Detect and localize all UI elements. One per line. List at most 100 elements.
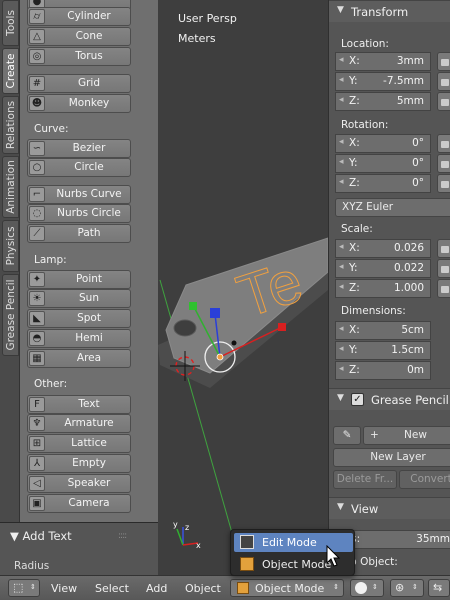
dimensions-z-field[interactable]: ◂ Z: 0m	[335, 361, 431, 380]
location-z-field[interactable]: ◂ Z: 5mm	[335, 92, 431, 111]
button-label: Point	[75, 273, 103, 285]
decrement-arrow-icon: ◂	[339, 344, 344, 354]
rotation-y-lock-icon[interactable]	[437, 154, 450, 173]
button-label: Area	[76, 352, 102, 364]
rotation-mode-dropdown[interactable]: XYZ Euler	[335, 198, 450, 217]
add-text-button[interactable]: F Text	[27, 395, 131, 414]
3d-viewport[interactable]: Te z y x User Persp Meters	[158, 0, 328, 575]
add-area-button[interactable]: ▦ Area	[27, 349, 131, 368]
empty-icon: ⅄	[29, 456, 45, 471]
redo-panel-header[interactable]: ▼ Add Text	[10, 529, 72, 543]
y-axis-handle[interactable]	[189, 302, 197, 310]
gizmo-y-label: y	[173, 520, 178, 529]
add-point-button[interactable]: ✦ Point	[27, 270, 131, 289]
grease-pencil-panel-header[interactable]: ▼ ✓ Grease Pencil	[329, 388, 450, 410]
add-menu[interactable]: Add	[146, 582, 167, 595]
scale-y-field[interactable]: ◂ Y: 0.022	[335, 259, 431, 278]
dimensions-y-field[interactable]: ◂ Y: 1.5cm	[335, 341, 431, 360]
viewport-shading-dropdown[interactable]: ⇕	[350, 579, 384, 597]
add-lattice-button[interactable]: ⊞ Lattice	[27, 434, 131, 453]
add-nurbs-curve-button[interactable]: ⌐ Nurbs Curve	[27, 185, 131, 204]
object-hole	[173, 319, 197, 337]
pivot-icon: ⊛	[395, 581, 405, 594]
decrement-arrow-icon: ◂	[339, 137, 344, 147]
add-armature-button[interactable]: ♆ Armature	[27, 414, 131, 433]
field-value: 5mm	[396, 95, 424, 107]
add-torus-button[interactable]: ◎ Torus	[27, 47, 131, 66]
editor-type-button[interactable]: ⬚ ⇕	[8, 579, 40, 597]
add-camera-button[interactable]: ▣ Camera	[27, 494, 131, 513]
add-path-button[interactable]: ⟋ Path	[27, 224, 131, 243]
panel-title: Grease Pencil	[371, 393, 449, 407]
tab-physics[interactable]: Physics	[2, 220, 19, 272]
rotation-x-lock-icon[interactable]	[437, 134, 450, 153]
transform-panel-header[interactable]: ▼ Transform	[329, 0, 450, 22]
location-x-field[interactable]: ◂ X: 3mm	[335, 52, 431, 71]
menu-item-label: Object Mode	[262, 558, 332, 571]
tab-tools[interactable]: Tools	[2, 0, 19, 46]
convert-button[interactable]: Convert	[399, 470, 450, 489]
add-bezier-button[interactable]: ∽ Bezier	[27, 139, 131, 158]
view-panel-header[interactable]: ▼ View	[329, 497, 450, 519]
add-empty-button[interactable]: ⅄ Empty	[27, 454, 131, 473]
add-hemi-button[interactable]: ◓ Hemi	[27, 329, 131, 348]
scale-x-lock-icon[interactable]	[437, 239, 450, 258]
add-sun-button[interactable]: ☀ Sun	[27, 289, 131, 308]
tab-animation[interactable]: Animation	[2, 156, 19, 218]
panel-title: View	[351, 502, 379, 516]
nurbs-circle-icon: ◌	[29, 206, 45, 221]
rotation-z-field[interactable]: ◂ Z: 0°	[335, 174, 431, 193]
rotation-z-lock-icon[interactable]	[437, 174, 450, 193]
button-label: Nurbs Circle	[57, 207, 121, 219]
delete-frame-button[interactable]: Delete Fr...	[333, 470, 397, 489]
add-grid-button[interactable]: # Grid	[27, 74, 131, 93]
new-layer-button[interactable]: New Layer	[333, 448, 450, 467]
scale-z-field[interactable]: ◂ Z: 1.000	[335, 279, 431, 298]
z-axis-handle[interactable]	[210, 308, 220, 318]
tab-grease-pencil[interactable]: Grease Pencil	[2, 274, 19, 356]
manipulator-toggle[interactable]: ⇆	[428, 579, 450, 597]
gizmo-z-label: z	[185, 523, 189, 532]
scale-x-field[interactable]: ◂ X: 0.026	[335, 239, 431, 258]
add-spot-button[interactable]: ◣ Spot	[27, 309, 131, 328]
field-value: 0°	[412, 157, 424, 169]
location-z-lock-icon[interactable]	[437, 92, 450, 111]
add-cone-button[interactable]: △ Cone	[27, 27, 131, 46]
rotation-x-field[interactable]: ◂ X: 0°	[335, 134, 431, 153]
tab-create[interactable]: Create	[2, 48, 19, 94]
location-x-lock-icon[interactable]	[437, 52, 450, 71]
location-y-field[interactable]: ◂ Y: -7.5mm	[335, 72, 431, 91]
panel-title: Transform	[351, 5, 409, 19]
drag-grip-icon[interactable]: ::::	[118, 531, 127, 541]
mode-dropdown[interactable]: Object Mode ⇕	[230, 579, 344, 597]
button-label: Path	[77, 227, 101, 239]
field-value: 0.022	[393, 262, 424, 274]
location-y-lock-icon[interactable]	[437, 72, 450, 91]
add-circle-button[interactable]: ○ Circle	[27, 158, 131, 177]
add-nurbs-circle-button[interactable]: ◌ Nurbs Circle	[27, 204, 131, 223]
new-grease-pencil-button[interactable]: + New	[363, 426, 450, 445]
scale-z-lock-icon[interactable]	[437, 279, 450, 298]
scale-y-lock-icon[interactable]	[437, 259, 450, 278]
dimensions-x-field[interactable]: ◂ X: 5cm	[335, 321, 431, 340]
add-speaker-button[interactable]: ◁ Speaker	[27, 474, 131, 493]
button-label: Speaker	[67, 477, 111, 489]
button-label: Lattice	[71, 437, 107, 449]
x-axis-handle[interactable]	[278, 323, 286, 331]
decrement-arrow-icon: ◂	[339, 282, 344, 292]
section-curve: Curve:	[34, 123, 69, 135]
add-cylinder-button[interactable]: ⌭ Cylinder	[27, 7, 131, 26]
armature-icon: ♆	[29, 416, 45, 431]
tab-label: Relations	[4, 100, 17, 150]
gizmo-x-label: x	[196, 541, 201, 550]
add-monkey-button[interactable]: ☻ Monkey	[27, 94, 131, 113]
tab-relations[interactable]: Relations	[2, 96, 19, 154]
select-menu[interactable]: Select	[95, 582, 129, 595]
view-menu[interactable]: View	[51, 582, 77, 595]
grease-pencil-checkbox[interactable]: ✓	[351, 393, 364, 406]
path-icon: ⟋	[29, 226, 45, 241]
pencil-icon[interactable]: ✎	[333, 426, 361, 445]
pivot-point-dropdown[interactable]: ⊛ ⇕	[390, 579, 424, 597]
rotation-y-field[interactable]: ◂ Y: 0°	[335, 154, 431, 173]
object-menu[interactable]: Object	[185, 582, 221, 595]
